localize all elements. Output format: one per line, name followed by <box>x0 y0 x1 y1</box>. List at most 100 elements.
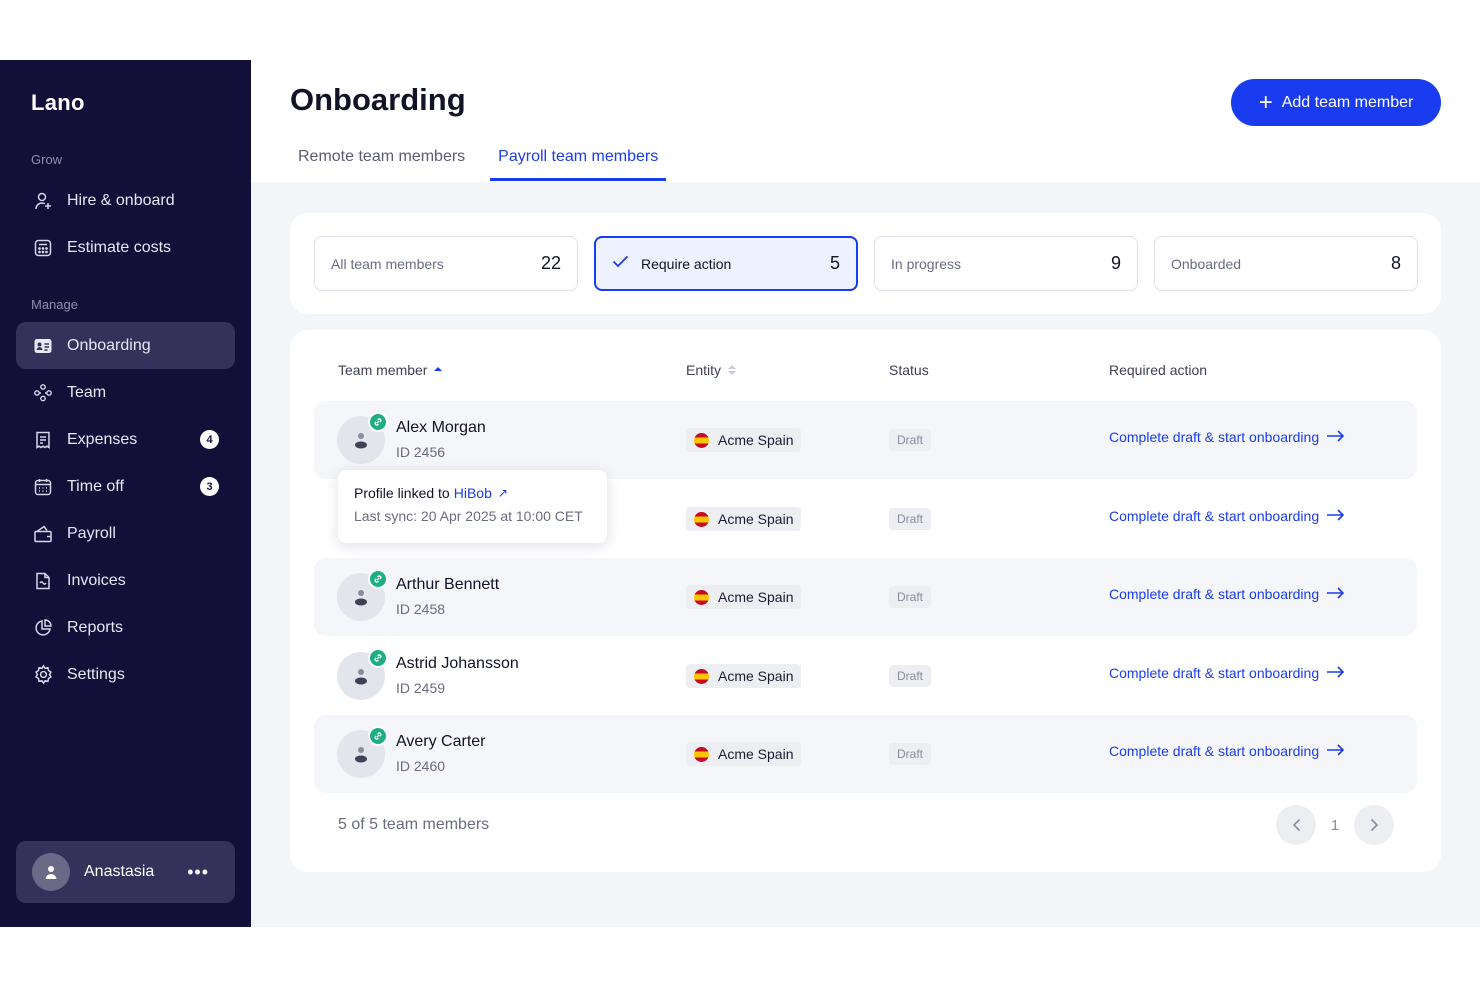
column-header-label: Entity <box>686 362 722 378</box>
status-filter-card: All team members 22 Require action 5 In … <box>290 213 1441 314</box>
filter-onboarded[interactable]: Onboarded 8 <box>1154 236 1418 291</box>
chevron-right-icon <box>1370 818 1378 832</box>
sidebar-item-label: Estimate costs <box>67 238 172 256</box>
table-row[interactable]: Arthur Bennett ID 2458 Acme Spain Draft … <box>314 558 1417 636</box>
sidebar-item-payroll[interactable]: Payroll <box>16 510 235 557</box>
member-name[interactable]: Arthur Bennett <box>396 576 499 594</box>
filter-label: Require action <box>641 255 732 272</box>
member-name[interactable]: Astrid Johansson <box>396 655 519 673</box>
entity-chip: Acme Spain <box>686 507 802 531</box>
external-link-icon[interactable]: ↗ <box>498 486 508 500</box>
sidebar-item-label: Time off <box>67 477 124 495</box>
sidebar-item-settings[interactable]: Settings <box>16 651 235 698</box>
sidebar-item-label: Team <box>67 383 107 401</box>
required-action-link[interactable]: Complete draft & start onboarding <box>1109 665 1345 681</box>
spain-flag-icon <box>694 511 709 527</box>
sidebar-item-invoices[interactable]: Invoices <box>16 557 235 604</box>
column-header-entity[interactable]: Entity <box>686 362 737 378</box>
filter-in-progress[interactable]: In progress 9 <box>874 236 1138 291</box>
hibob-link[interactable]: HiBob <box>454 485 492 501</box>
pagination: 1 <box>1276 805 1394 845</box>
link-icon[interactable] <box>368 726 388 746</box>
prev-page-button[interactable] <box>1276 805 1316 845</box>
wallet-icon <box>32 523 54 545</box>
entity-label: Acme Spain <box>718 432 794 448</box>
required-action-link[interactable]: Complete draft & start onboarding <box>1109 429 1345 445</box>
required-action-link[interactable]: Complete draft & start onboarding <box>1109 508 1345 524</box>
column-header-label: Status <box>889 362 929 378</box>
filter-count: 8 <box>1390 253 1401 273</box>
sidebar-item-expenses[interactable]: Expenses 4 <box>16 416 235 463</box>
arrow-right-icon <box>1326 743 1345 759</box>
entity-label: Acme Spain <box>718 589 794 605</box>
tab-payroll-team-members[interactable]: Payroll team members <box>490 148 667 181</box>
section-label-manage: Manage <box>31 297 78 312</box>
link-icon[interactable] <box>368 412 388 432</box>
arrow-right-icon <box>1326 665 1345 681</box>
member-name[interactable]: Alex Morgan <box>396 419 486 437</box>
add-team-member-button[interactable]: + Add team member <box>1231 79 1441 126</box>
last-sync-text: Last sync: 20 Apr 2025 at 10:00 CET <box>354 508 583 524</box>
sort-asc-icon <box>434 367 443 373</box>
filter-all-team-members[interactable]: All team members 22 <box>314 236 578 291</box>
page-title: Onboarding <box>290 82 466 117</box>
tab-remote-team-members[interactable]: Remote team members <box>290 148 473 181</box>
next-page-button[interactable] <box>1354 805 1394 845</box>
filter-count: 5 <box>829 253 840 273</box>
sidebar-item-label: Expenses <box>67 430 138 448</box>
arrow-right-icon <box>1326 508 1345 524</box>
member-id: ID 2460 <box>396 758 446 774</box>
link-icon[interactable] <box>368 569 388 589</box>
entity-chip: Acme Spain <box>686 428 802 452</box>
entity-label: Acme Spain <box>718 511 794 527</box>
sidebar-item-onboarding[interactable]: Onboarding <box>16 322 235 369</box>
more-options-icon[interactable]: ••• <box>187 862 209 883</box>
sidebar-item-label: Onboarding <box>67 336 151 354</box>
filter-label: Onboarded <box>1171 255 1242 272</box>
sidebar-item-estimate-costs[interactable]: Estimate costs <box>16 224 235 271</box>
sidebar-item-label: Payroll <box>67 524 116 542</box>
action-label: Complete draft & start onboarding <box>1109 508 1320 524</box>
sidebar-item-label: Hire & onboard <box>67 191 175 209</box>
receipt-icon <box>32 429 54 451</box>
entity-chip: Acme Spain <box>686 585 802 609</box>
sidebar-item-team[interactable]: Team <box>16 369 235 416</box>
calendar-icon <box>32 476 54 498</box>
entity-label: Acme Spain <box>718 668 794 684</box>
section-label-grow: Grow <box>31 152 63 167</box>
plus-icon: + <box>1258 88 1273 116</box>
table-row[interactable]: Alex Morgan ID 2456 Acme Spain Draft Com… <box>314 401 1417 479</box>
sidebar-item-time-off[interactable]: Time off 3 <box>16 463 235 510</box>
filter-require-action[interactable]: Require action 5 <box>594 236 858 291</box>
spain-flag-icon <box>694 668 709 684</box>
table-row[interactable]: Avery Carter ID 2460 Acme Spain Draft Co… <box>314 715 1417 793</box>
checkmark-icon <box>612 255 629 273</box>
column-header-status: Status <box>889 362 929 378</box>
gear-icon <box>32 664 54 686</box>
link-icon[interactable] <box>368 648 388 668</box>
add-team-member-label: Add team member <box>1281 93 1414 111</box>
sidebar-item-label: Reports <box>67 618 124 636</box>
action-label: Complete draft & start onboarding <box>1109 586 1320 602</box>
user-menu[interactable]: Anastasia ••• <box>16 841 235 903</box>
member-name[interactable]: Avery Carter <box>396 733 486 751</box>
calculator-icon <box>32 237 54 259</box>
arrow-right-icon <box>1326 429 1345 445</box>
current-page[interactable]: 1 <box>1316 817 1354 834</box>
invoice-icon <box>32 570 54 592</box>
table-row[interactable]: Astrid Johansson ID 2459 Acme Spain Draf… <box>314 637 1417 715</box>
required-action-link[interactable]: Complete draft & start onboarding <box>1109 743 1345 759</box>
team-members-table: Team member Entity Status Required actio… <box>290 330 1441 872</box>
sidebar-item-label: Settings <box>67 665 125 683</box>
column-header-team-member[interactable]: Team member <box>338 362 443 378</box>
filter-label: In progress <box>891 255 962 272</box>
sidebar-item-reports[interactable]: Reports <box>16 604 235 651</box>
action-label: Complete draft & start onboarding <box>1109 743 1320 759</box>
sort-icon <box>728 365 737 375</box>
lano-logo[interactable]: Lano <box>31 90 85 116</box>
required-action-link[interactable]: Complete draft & start onboarding <box>1109 586 1345 602</box>
user-name: Anastasia <box>84 863 155 880</box>
sidebar-item-hire-onboard[interactable]: Hire & onboard <box>16 177 235 224</box>
filter-count: 22 <box>540 253 561 273</box>
status-badge: Draft <box>889 508 932 530</box>
